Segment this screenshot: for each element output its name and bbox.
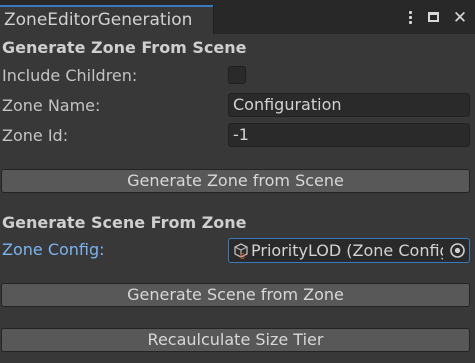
generate-zone-from-scene-button[interactable]: Generate Zone from Scene — [1, 169, 470, 193]
inspector-content: Generate Zone From Scene Include Childre… — [0, 34, 475, 363]
maximize-icon[interactable] — [428, 9, 442, 27]
tab-divider — [213, 5, 214, 34]
tab-zone-editor-generation[interactable]: ZoneEditorGeneration — [0, 5, 213, 34]
kebab-menu-icon[interactable] — [403, 9, 417, 27]
zone-id-field[interactable]: -1 — [228, 123, 470, 147]
svg-text:0: 0 — [240, 252, 245, 259]
zone-name-label: Zone Name: — [2, 96, 101, 115]
generate-scene-header: Generate Scene From Zone — [2, 213, 247, 232]
zone-config-value: PriorityLOD (Zone Config) — [251, 241, 443, 260]
zone-config-label: Zone Config: — [2, 240, 105, 259]
generate-zone-header: Generate Zone From Scene — [2, 38, 247, 57]
zone-name-field[interactable]: Configuration — [228, 93, 470, 117]
include-children-label: Include Children: — [2, 66, 138, 85]
zone-config-object-field[interactable]: 0 PriorityLOD (Zone Config) — [228, 238, 470, 263]
include-children-checkbox[interactable] — [228, 66, 246, 84]
tab-bar: ZoneEditorGeneration ✕ — [0, 0, 475, 34]
recalculate-size-tier-button[interactable]: Recaulculate Size Tier — [1, 328, 470, 352]
zone-id-label: Zone Id: — [2, 126, 69, 145]
scriptable-object-icon: 0 — [234, 243, 248, 259]
object-picker-icon[interactable] — [449, 242, 466, 259]
generate-scene-from-zone-button[interactable]: Generate Scene from Zone — [1, 283, 470, 307]
editor-window: ZoneEditorGeneration ✕ Generate Zone Fro… — [0, 0, 475, 363]
close-icon[interactable]: ✕ — [452, 9, 468, 27]
